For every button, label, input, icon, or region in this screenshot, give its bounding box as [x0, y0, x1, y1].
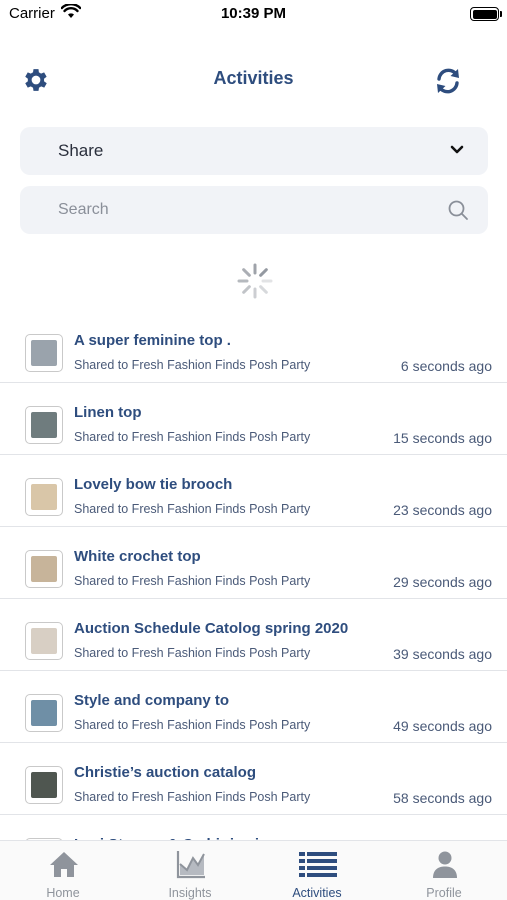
activity-subtitle: Shared to Fresh Fashion Finds Posh Party — [74, 574, 311, 588]
tab-label: Profile — [426, 886, 462, 900]
item-thumbnail — [25, 766, 63, 804]
tab-insights[interactable]: Insights — [127, 841, 253, 900]
search-bar — [20, 186, 488, 234]
activity-subtitle: Shared to Fresh Fashion Finds Posh Party — [74, 790, 311, 804]
search-input[interactable] — [58, 186, 438, 234]
search-icon[interactable] — [447, 199, 469, 221]
activity-row[interactable]: Style and company to Shared to Fresh Fas… — [0, 671, 507, 743]
item-thumbnail — [25, 550, 63, 588]
activity-row[interactable]: Auction Schedule Catolog spring 2020 Sha… — [0, 599, 507, 671]
status-time: 10:39 PM — [220, 5, 287, 22]
activity-timestamp: 39 seconds ago — [393, 646, 492, 662]
status-bar: Carrier 10:39 PM — [0, 0, 507, 30]
activity-title: Linen top — [74, 404, 142, 421]
spinner-tick — [242, 285, 251, 294]
spinner-tick — [259, 285, 268, 294]
activity-row[interactable]: Linen top Shared to Fresh Fashion Finds … — [0, 383, 507, 455]
home-icon — [50, 852, 78, 877]
activity-title: Style and company to — [74, 692, 230, 709]
chevron-down-icon — [450, 145, 464, 154]
tab-profile[interactable]: Profile — [381, 841, 507, 900]
tab-activities[interactable]: Activities — [254, 841, 380, 900]
tab-label: Home — [46, 886, 80, 900]
activity-subtitle: Shared to Fresh Fashion Finds Posh Party — [74, 430, 311, 444]
item-thumbnail — [25, 334, 63, 372]
dropdown-selected-value: Share — [58, 141, 104, 160]
page-title: Activities — [213, 68, 294, 88]
battery-icon — [470, 7, 499, 21]
tab-label: Insights — [168, 886, 212, 900]
activity-timestamp: 49 seconds ago — [393, 718, 492, 734]
activity-row[interactable]: Lovely bow tie brooch Shared to Fresh Fa… — [0, 455, 507, 527]
nav-bar: Activities — [0, 55, 507, 105]
spinner-tick — [242, 268, 251, 277]
activity-title: Christie’s auction catalog — [74, 764, 256, 781]
item-thumbnail — [25, 694, 63, 732]
chart-icon — [176, 851, 205, 879]
loading-spinner-icon — [237, 263, 273, 299]
activity-row[interactable]: Christie’s auction catalog Shared to Fre… — [0, 743, 507, 815]
tab-home[interactable]: Home — [0, 841, 126, 900]
activity-list[interactable]: A super feminine top . Shared to Fresh F… — [0, 311, 507, 841]
activity-timestamp: 6 seconds ago — [400, 358, 492, 374]
item-thumbnail — [25, 406, 63, 444]
activity-subtitle: Shared to Fresh Fashion Finds Posh Party — [74, 358, 311, 372]
activity-row[interactable]: White crochet top Shared to Fresh Fashio… — [0, 527, 507, 599]
activity-timestamp: 23 seconds ago — [393, 502, 492, 518]
list-icon — [299, 852, 337, 877]
activity-title: White crochet top — [74, 548, 201, 565]
activity-timestamp: 58 seconds ago — [393, 790, 492, 806]
tab-label: Activities — [292, 886, 342, 900]
item-thumbnail — [25, 622, 63, 660]
tab-bar: Home Insights Activities Profile — [0, 840, 507, 900]
activity-type-dropdown[interactable]: Share — [20, 127, 488, 175]
person-icon — [433, 851, 457, 878]
activity-title: A super feminine top . — [74, 332, 231, 349]
battery-nub — [500, 11, 502, 17]
activity-title: Lovely bow tie brooch — [74, 476, 233, 493]
activity-subtitle: Shared to Fresh Fashion Finds Posh Party — [74, 646, 311, 660]
activity-timestamp: 15 seconds ago — [393, 430, 492, 446]
activity-row[interactable]: A super feminine top . Shared to Fresh F… — [0, 311, 507, 383]
refresh-icon[interactable] — [432, 65, 464, 97]
activity-row[interactable]: Levi Strauss & Co hi rise jeans — [0, 815, 507, 841]
activity-subtitle: Shared to Fresh Fashion Finds Posh Party — [74, 718, 311, 732]
activity-subtitle: Shared to Fresh Fashion Finds Posh Party — [74, 502, 311, 516]
activity-title: Auction Schedule Catolog spring 2020 — [74, 620, 349, 637]
spinner-tick — [259, 268, 268, 277]
item-thumbnail — [25, 478, 63, 516]
activity-timestamp: 29 seconds ago — [393, 574, 492, 590]
